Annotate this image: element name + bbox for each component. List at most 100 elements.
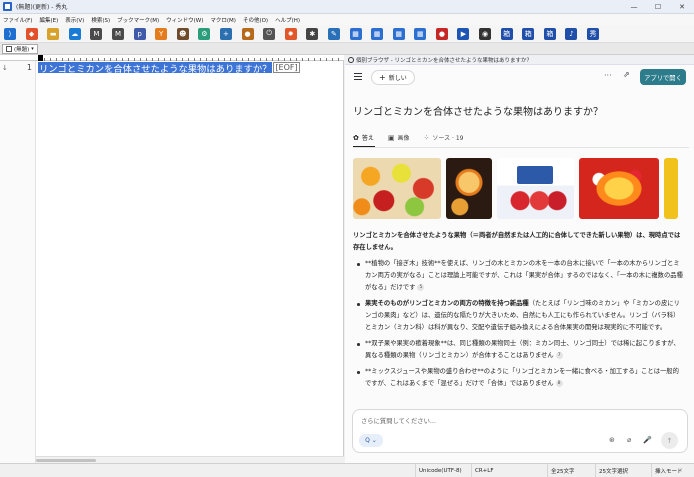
new-thread-button[interactable]: + 新しい <box>371 70 415 85</box>
text-line[interactable]: リンゴとミカンを合体させたような果物はありますか？ [EOF] <box>38 62 338 73</box>
editor-pane[interactable]: ↓ 1 リンゴとミカンを合体させたような果物はありますか？ [EOF] <box>0 55 344 463</box>
maximize-button[interactable]: ☐ <box>646 0 670 14</box>
image-fruit-assortment[interactable] <box>353 158 441 219</box>
window-title: (無題)(更新) - 秀丸 <box>16 4 68 11</box>
scrollbar-thumb[interactable] <box>36 459 96 462</box>
answer-list: **植物の「接ぎ木」技術**を使えば、リンゴの木とミカンの木を一本の台木に接いで… <box>353 258 685 390</box>
menu-edit[interactable]: 編集(E) <box>39 16 58 24</box>
list-item: **双子果や果実の癒着現象**は、同じ種類の果物同士（例：ミカン同士、リンゴ同士… <box>353 338 685 362</box>
markdown-down-icon[interactable]: M <box>111 27 124 40</box>
globe-icon <box>348 56 354 63</box>
monkey-icon[interactable]: ☻ <box>176 27 189 40</box>
cloud-icon[interactable]: ☁ <box>68 27 81 40</box>
list-item: 果実そのものがリンゴとミカンの両方の特徴を持つ新品種（たとえば「リンゴ味のミカン… <box>353 298 685 334</box>
pen-icon[interactable]: ✎ <box>327 27 340 40</box>
window-right-icon[interactable]: ▦ <box>392 27 405 40</box>
kanji-icon-3[interactable]: 箱 <box>543 27 556 40</box>
answer-lead: リンゴとミカンを合体させたような果物（＝両者が自然または人工的に合体してできた新… <box>353 232 681 251</box>
kanji-icon-2[interactable]: 箱 <box>522 27 535 40</box>
plus-icon: + <box>379 73 386 82</box>
window-left-icon[interactable]: ▦ <box>371 27 384 40</box>
new-thread-label: 新しい <box>388 75 407 82</box>
attach-icon[interactable]: ⌀ <box>627 436 631 444</box>
kanji-icon-1[interactable]: 箱 <box>500 27 513 40</box>
image-fruit-platter[interactable] <box>579 158 659 219</box>
follow-up-placeholder[interactable]: さらに質問してください... <box>361 416 436 425</box>
menu-file[interactable]: ファイル(F) <box>3 16 32 24</box>
chevron-down-icon[interactable]: ▾ <box>31 46 34 52</box>
citation-badge[interactable]: 8 <box>555 379 563 387</box>
status-encoding[interactable]: Unicode(UTF-8) <box>415 464 471 477</box>
menu-macro[interactable]: マクロ(M) <box>210 16 236 24</box>
menu-view[interactable]: 表示(V) <box>65 16 84 24</box>
bookmark-star-icon[interactable]: Y <box>155 27 168 40</box>
markdown-icon[interactable]: M <box>90 27 103 40</box>
focus-icon[interactable]: ⊛ <box>609 436 615 444</box>
bullet-text: **双子果や果実の癒着現象**は、同じ種類の果物同士（例：ミカン同士、リンゴ同士… <box>365 340 680 359</box>
more-icon[interactable]: ··· <box>604 71 612 80</box>
php-icon[interactable]: p <box>133 27 146 40</box>
tab-images-label: 画像 <box>397 135 410 142</box>
follow-up-input[interactable]: さらに質問してください... Q ⌄ ⊛ ⌀ 🎤 ↑ <box>352 409 688 453</box>
search-mode-button[interactable]: Q ⌄ <box>359 434 383 447</box>
horizontal-scrollbar[interactable] <box>36 456 344 463</box>
microphone-icon[interactable]: 🎤 <box>643 436 652 444</box>
vscode-icon[interactable]: ⟩ <box>4 27 16 40</box>
status-bar: Unicode(UTF-8) CR+LF 全25文字 25文字選択 挿入モード <box>0 463 694 477</box>
close-button[interactable]: ✕ <box>670 0 694 14</box>
tab-images[interactable]: ▣ 画像 <box>388 133 410 143</box>
run-icon[interactable]: ◉ <box>479 27 492 40</box>
image-apple-box[interactable] <box>497 158 574 219</box>
window-icon[interactable]: ▦ <box>349 27 362 40</box>
plus-circle-icon[interactable]: + <box>219 27 232 40</box>
share-icon[interactable]: ⇗ <box>623 70 630 79</box>
status-mode[interactable]: 挿入モード <box>651 464 694 477</box>
record-icon[interactable]: ● <box>435 27 448 40</box>
tab-sources-label: ソース · 19 <box>432 135 464 142</box>
folder-icon[interactable]: ▬ <box>47 27 60 40</box>
list-item: **植物の「接ぎ木」技術**を使えば、リンゴの木とミカンの木を一本の台木に接いで… <box>353 258 685 294</box>
tab-answer[interactable]: ✿ 答え <box>353 133 374 143</box>
menu-other[interactable]: その他(O) <box>243 16 268 24</box>
menu-bookmark[interactable]: ブックマーク(M) <box>117 16 159 24</box>
menu-icon[interactable] <box>354 73 362 80</box>
bell-icon[interactable]: ♪ <box>565 27 578 40</box>
menu-help[interactable]: ヘルプ(H) <box>275 16 300 24</box>
play-icon[interactable]: ▶ <box>457 27 470 40</box>
image-more[interactable] <box>664 158 678 219</box>
document-tab-label: (無題) <box>14 46 30 53</box>
citation-badge[interactable]: 7 <box>555 351 563 359</box>
tab-row: (無題) ▾ <box>0 43 694 55</box>
minimize-button[interactable]: — <box>622 0 646 14</box>
ruler <box>0 55 344 61</box>
image-strip <box>353 158 683 219</box>
open-in-app-button[interactable]: アプリで開く <box>640 69 686 85</box>
tabs-divider <box>353 147 689 148</box>
send-button[interactable]: ↑ <box>661 432 678 449</box>
bug-icon[interactable]: ✱ <box>306 27 319 40</box>
status-selection: 25文字選択 <box>595 464 651 477</box>
eof-marker: [EOF] <box>273 62 300 73</box>
menu-window[interactable]: ウィンドウ(W) <box>166 16 203 24</box>
menu-bar: ファイル(F) 編集(E) 表示(V) 検索(S) ブックマーク(M) ウィンド… <box>0 14 694 25</box>
image-sliced-citrus[interactable] <box>446 158 492 219</box>
window-split-icon[interactable]: ▦ <box>414 27 427 40</box>
git-icon[interactable]: ◆ <box>25 27 38 40</box>
coffee-icon[interactable]: ● <box>241 27 254 40</box>
bullet-text: **植物の「接ぎ木」技術**を使えば、リンゴの木とミカンの木を一本の台木に接いで… <box>365 260 683 291</box>
sources-icon: ⁘ <box>423 133 430 142</box>
status-line-ending[interactable]: CR+LF <box>471 464 547 477</box>
bullet-text: **ミックスジュースや果物の盛り合わせ**のように「リンゴとミカンを一緒に食べる… <box>365 368 679 387</box>
kanji-icon-4[interactable]: 秀 <box>587 27 600 40</box>
menu-search[interactable]: 検索(S) <box>91 16 110 24</box>
tab-sources[interactable]: ⁘ ソース · 19 <box>423 133 464 143</box>
sun-icon[interactable]: ✹ <box>284 27 297 40</box>
query-heading: リンゴとミカンを合体させたような果物はありますか？ <box>353 107 603 118</box>
citation-badge[interactable]: 5 <box>417 283 425 291</box>
selected-text[interactable]: リンゴとミカンを合体させたような果物はありますか？ <box>38 62 273 73</box>
app-icon <box>3 2 12 11</box>
power-icon[interactable]: ⏻ <box>263 27 276 40</box>
browser-window-title: 個別ブラウザ - リンゴとミカンを合体させたような果物はありますか？ <box>356 57 532 64</box>
gear-icon[interactable]: ⚙ <box>198 27 211 40</box>
document-tab[interactable]: (無題) ▾ <box>2 43 38 54</box>
